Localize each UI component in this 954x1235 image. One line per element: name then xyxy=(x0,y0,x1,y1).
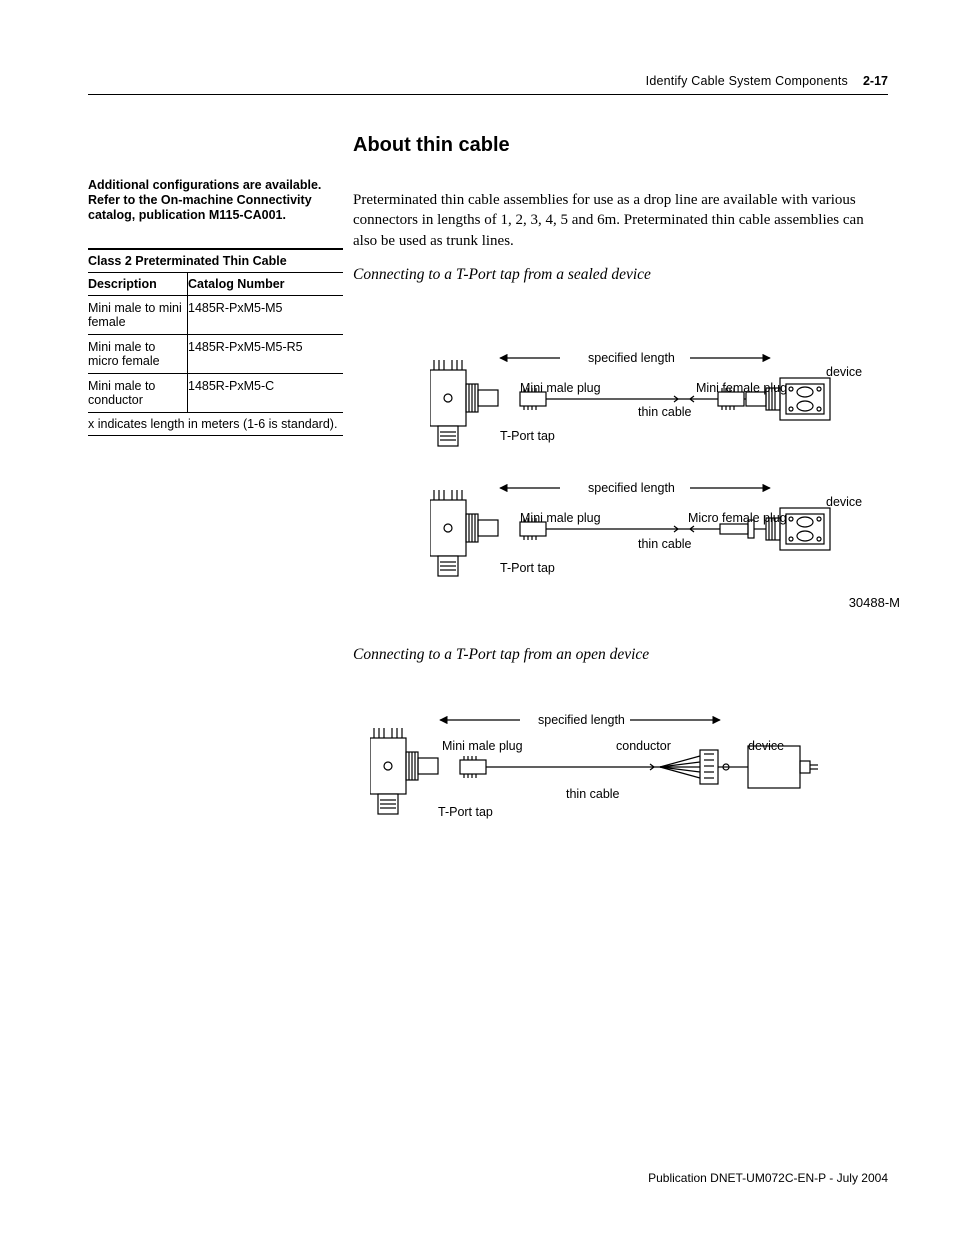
table-title: Class 2 Preterminated Thin Cable xyxy=(88,248,343,273)
label-tport: T-Port tap xyxy=(438,805,493,819)
subheading-open: Connecting to a T-Port tap from an open … xyxy=(353,646,649,664)
running-header-title: Identify Cable System Components xyxy=(646,74,848,88)
table-row: Mini male to conductor 1485R-PxM5-C xyxy=(88,374,343,413)
label-specified-length: specified length xyxy=(538,713,625,727)
table-head-catalog: Catalog Number xyxy=(188,273,343,295)
figure-sealed-device: specified length Mini male plug Mini fem… xyxy=(430,320,890,610)
label-device: device xyxy=(826,495,862,509)
label-mini-male: Mini male plug xyxy=(442,739,523,753)
subheading-sealed: Connecting to a T-Port tap from a sealed… xyxy=(353,266,651,284)
cell-description: Mini male to mini female xyxy=(88,296,188,334)
label-tport: T-Port tap xyxy=(500,429,555,443)
label-thin-cable: thin cable xyxy=(566,787,620,801)
table-row: Mini male to mini female 1485R-PxM5-M5 xyxy=(88,296,343,335)
section-title: About thin cable xyxy=(353,134,510,157)
label-specified-length: specified length xyxy=(588,481,675,495)
cell-catalog: 1485R-PxM5-C xyxy=(188,374,343,412)
label-mini-male: Mini male plug xyxy=(520,511,601,525)
publication-footer: Publication DNET-UM072C-EN-P - July 2004 xyxy=(648,1171,888,1185)
cable-table: Class 2 Preterminated Thin Cable Descrip… xyxy=(88,248,343,436)
label-specified-length: specified length xyxy=(588,351,675,365)
label-device: device xyxy=(826,365,862,379)
table-footnote: x indicates length in meters (1-6 is sta… xyxy=(88,413,343,436)
figure-open-device: specified length Mini male plug conducto… xyxy=(370,690,850,840)
label-conductor: conductor xyxy=(616,739,671,753)
label-mini-male: Mini male plug xyxy=(520,381,601,395)
label-thin-cable: thin cable xyxy=(638,405,692,419)
cell-description: Mini male to conductor xyxy=(88,374,188,412)
label-device: device xyxy=(748,739,784,753)
cell-catalog: 1485R-PxM5-M5 xyxy=(188,296,343,334)
page-number: 2-17 xyxy=(863,74,888,88)
cell-catalog: 1485R-PxM5-M5-R5 xyxy=(188,335,343,373)
table-head-description: Description xyxy=(88,273,188,295)
body-paragraph: Preterminated thin cable assemblies for … xyxy=(353,190,883,251)
label-thin-cable: thin cable xyxy=(638,537,692,551)
table-row: Mini male to micro female 1485R-PxM5-M5-… xyxy=(88,335,343,374)
label-micro-female: Micro female plug xyxy=(688,511,787,525)
cell-description: Mini male to micro female xyxy=(88,335,188,373)
label-mini-female: Mini female plug xyxy=(696,381,787,395)
figure-caption: 30488-M xyxy=(849,595,900,610)
side-note: Additional configurations are available.… xyxy=(88,178,338,222)
label-tport: T-Port tap xyxy=(500,561,555,575)
